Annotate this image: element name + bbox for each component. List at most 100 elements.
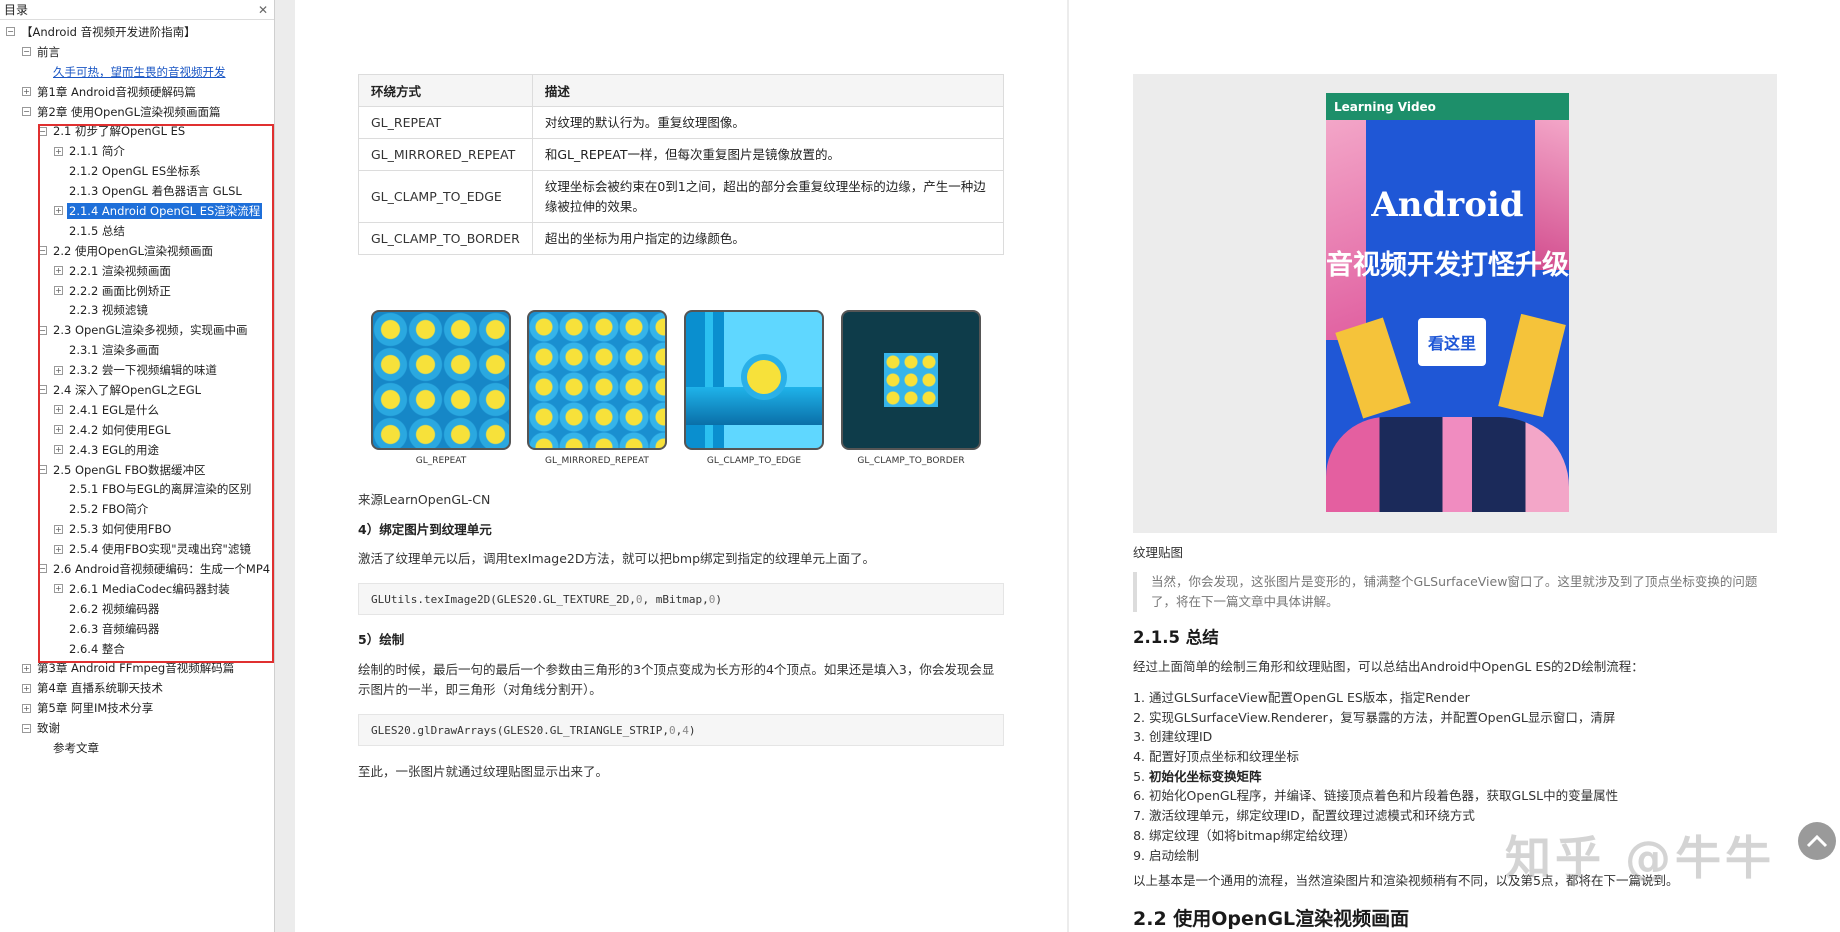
texture-mirrored-repeat: GL_MIRRORED_REPEAT [527, 310, 667, 466]
toc-item-label: 2.5.3 如何使用FBO [69, 522, 172, 537]
expand-icon[interactable]: + [54, 365, 63, 375]
toc-item-label: 2.6.2 视频编码器 [69, 601, 160, 616]
collapse-icon[interactable]: − [6, 27, 15, 37]
toc-item-label: 第3章 Android FFmpeg音视频解码篇 [37, 661, 235, 676]
expand-icon[interactable]: + [22, 683, 31, 693]
collapse-icon[interactable]: − [38, 126, 47, 136]
toc-item[interactable]: + 第4章 直播系统聊天技术 [0, 678, 274, 698]
toc-item[interactable]: +2.5.3 如何使用FBO [0, 519, 274, 539]
expand-icon[interactable]: + [22, 703, 31, 713]
toc-item[interactable]: +2.6.1 MediaCodec编码器封装 [0, 579, 274, 599]
cover-badge: Learning Video [1326, 93, 1569, 120]
toc-item[interactable]: −2.3 OpenGL渲染多视频，实现画中画 [0, 320, 274, 340]
list-item-text: 初始化坐标变换矩阵 [1149, 768, 1262, 784]
cover-decoration [1498, 313, 1566, 418]
toc-item-label: 2.1.1 简介 [69, 144, 125, 159]
toc-item[interactable]: − 前言 [0, 42, 274, 62]
code-block-teximage: GLUtils.texImage2D(GLES20.GL_TEXTURE_2D,… [358, 583, 1004, 615]
expand-icon[interactable]: + [54, 286, 63, 296]
scroll-top-button[interactable] [1798, 822, 1836, 860]
expand-icon[interactable]: + [54, 524, 63, 534]
toc-item[interactable]: +2.2.2 画面比例矫正 [0, 281, 274, 301]
toc-item-label: 2.6.1 MediaCodec编码器封装 [69, 581, 230, 596]
toc-item[interactable]: + 第3章 Android FFmpeg音视频解码篇 [0, 659, 274, 679]
toc-item[interactable]: 2.6.3 音频编码器 [0, 619, 274, 639]
expand-icon[interactable]: + [22, 87, 31, 97]
chevron-up-icon [1806, 834, 1828, 848]
texture-caption: GL_MIRRORED_REPEAT [545, 456, 649, 466]
toc-item[interactable]: 2.3.1 渲染多画面 [0, 340, 274, 360]
toc-item-label: 2.1.5 总结 [69, 223, 125, 238]
toc-item[interactable]: 2.1.2 OpenGL ES坐标系 [0, 161, 274, 181]
toc-item[interactable]: −2.6 Android音视频硬编码：生成一个MP4 [0, 559, 274, 579]
cover-title-line1: Android [1371, 185, 1524, 225]
expand-icon[interactable]: + [54, 405, 63, 415]
watermark: 知乎 @牛牛 [1505, 831, 1776, 885]
texture-image [684, 310, 824, 450]
expand-icon[interactable]: + [54, 445, 63, 455]
toc-item[interactable]: +2.4.2 如何使用EGL [0, 420, 274, 440]
toc-item[interactable]: +2.3.2 尝一下视频编辑的味道 [0, 360, 274, 380]
collapse-icon[interactable]: − [38, 246, 47, 256]
table-cell: GL_MIRRORED_REPEAT [358, 138, 533, 171]
list-item: 通过GLSurfaceView配置OpenGL ES版本，指定Render [1149, 688, 1618, 708]
collapse-icon[interactable]: − [38, 325, 47, 335]
toc-item[interactable]: −2.5 OpenGL FBO数据缓冲区 [0, 460, 274, 480]
toc-item[interactable]: 参考文章 [0, 738, 274, 758]
toc-item[interactable]: 2.2.3 视频滤镜 [0, 300, 274, 320]
toc-item[interactable]: − 致谢 [0, 718, 274, 738]
toc-item[interactable]: + 第1章 Android音视频硬解码篇 [0, 82, 274, 102]
collapse-icon[interactable]: − [22, 723, 31, 733]
collapse-icon[interactable]: − [38, 564, 47, 574]
toc-tree: − 【Android 音视频开发进阶指南】 − 前言 久手可热，望而生畏的音视频开发 + 第… [0, 20, 274, 758]
toc-item[interactable]: 2.1.5 总结 [0, 221, 274, 241]
toc-item[interactable]: +2.1.1 简介 [0, 141, 274, 161]
expand-icon[interactable]: + [54, 206, 63, 216]
expand-icon[interactable]: + [54, 584, 63, 594]
toc-item[interactable]: 2.6.4 整合 [0, 639, 274, 659]
toc-item[interactable]: −2.1 初步了解OpenGL ES [0, 121, 274, 141]
code-text: ) [688, 723, 696, 737]
toc-item[interactable]: +2.5.4 使用FBO实现"灵魂出窍"滤镜 [0, 539, 274, 559]
collapse-icon[interactable]: − [38, 385, 47, 395]
toc-item[interactable]: −2.2 使用OpenGL渲染视频画面 [0, 241, 274, 261]
toc-item[interactable]: 2.6.2 视频编码器 [0, 599, 274, 619]
toc-item[interactable]: +2.4.1 EGL是什么 [0, 400, 274, 420]
collapse-icon[interactable]: − [22, 47, 31, 57]
collapse-icon[interactable]: − [22, 107, 31, 116]
texture-image [371, 310, 511, 450]
toc-item[interactable]: + 第5章 阿里IM技术分享 [0, 698, 274, 718]
toc-item[interactable]: − 【Android 音视频开发进阶指南】 [0, 22, 274, 42]
toc-item-label: 久手可热，望而生畏的音视频开发 [53, 64, 226, 79]
expand-icon[interactable]: + [54, 544, 63, 554]
toc-item[interactable]: − 第2章 使用OpenGL渲染视频画面篇 [0, 102, 274, 122]
toc-item[interactable]: +2.2.1 渲染视频画面 [0, 261, 274, 281]
expand-icon[interactable]: + [54, 266, 63, 276]
toc-item[interactable]: 2.5.2 FBO简介 [0, 499, 274, 519]
cover-decoration [1335, 317, 1411, 419]
collapse-icon[interactable]: − [38, 465, 47, 475]
texture-clamp-to-edge: GL_CLAMP_TO_EDGE [684, 310, 824, 466]
toc-item-label: 2.2.3 视频滤镜 [69, 303, 148, 318]
expand-icon[interactable]: + [22, 663, 31, 673]
toc-item[interactable]: 2.5.1 FBO与EGL的离屏渲染的区别 [0, 479, 274, 499]
toc-item-label: 第2章 使用OpenGL渲染视频画面篇 [37, 104, 221, 119]
toc-item[interactable]: −2.4 深入了解OpenGL之EGL [0, 380, 274, 400]
toc-item[interactable]: 久手可热，望而生畏的音视频开发 [0, 62, 274, 82]
cover-crowd-illustration [1326, 417, 1569, 512]
expand-icon[interactable]: + [54, 146, 63, 156]
toc-item[interactable]: 2.1.3 OpenGL 着色器语言 GLSL [0, 181, 274, 201]
texture-image [527, 310, 667, 450]
close-icon[interactable]: ✕ [258, 3, 268, 17]
toc-item[interactable]: +2.1.4 Android OpenGL ES渲染流程 [0, 201, 274, 221]
toc-item-label: 2.6.3 音频编码器 [69, 621, 160, 636]
toc-item[interactable]: +2.4.3 EGL的用途 [0, 440, 274, 460]
texture-clamp-to-border: GL_CLAMP_TO_BORDER [841, 310, 981, 466]
table-row: GL_CLAMP_TO_EDGE 纹理坐标会被约束在0到1之间，超出的部分会重复… [358, 170, 1005, 223]
toc-item-label: 2.1.3 OpenGL 着色器语言 GLSL [69, 184, 242, 199]
code-text: , mBitmap, [642, 592, 709, 606]
cover-title-line2: 音视频开发打怪升级 [1326, 250, 1569, 281]
expand-icon[interactable]: + [54, 425, 63, 435]
table-row: GL_REPEAT 对纹理的默认行为。重复纹理图像。 [358, 106, 1005, 139]
code-text: GLES20.glDrawArrays(GLES20.GL_TRIANGLE_S… [371, 723, 670, 737]
